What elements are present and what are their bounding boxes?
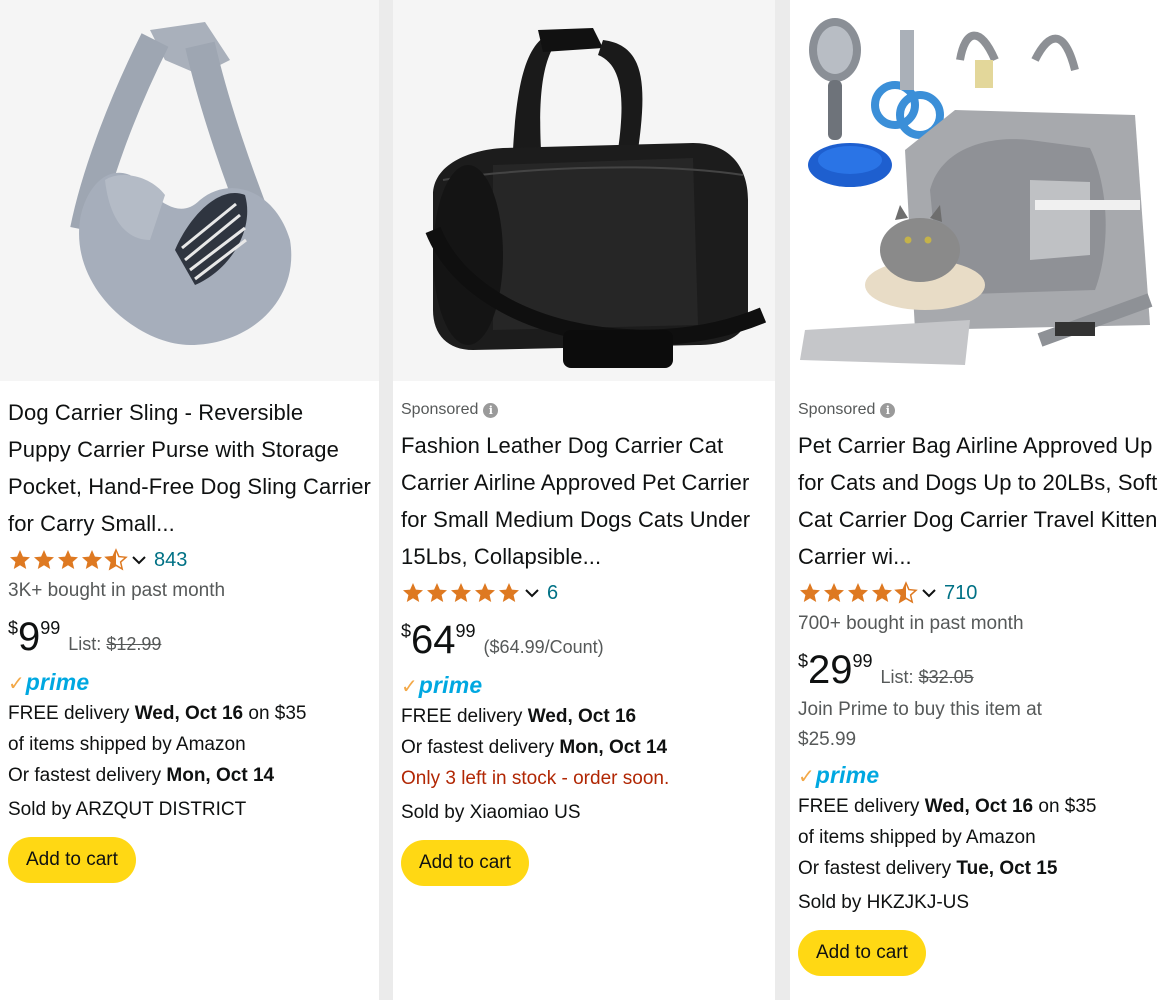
fastest-delivery: Or fastest delivery Tue, Oct 15 (798, 858, 1058, 879)
rating-row[interactable]: 6 (401, 577, 767, 609)
star-full-icon (10, 550, 30, 569)
delivery-info: FREE delivery Wed, Oct 16 (401, 706, 637, 727)
star-full-icon (58, 550, 78, 569)
rating-row[interactable]: 843 (8, 544, 371, 576)
product-image-leather-carrier[interactable] (393, 0, 775, 381)
join-prime-offer: Join Prime to buy this item at $25.99 (798, 699, 1042, 750)
price-row: $ 9 99 List: $12.99 (8, 616, 371, 662)
info-icon[interactable]: i (880, 402, 896, 418)
price-currency: $ (798, 651, 809, 671)
prime-check-icon: ✓ (8, 672, 25, 695)
product-title[interactable]: Dog Carrier Sling - Reversible Puppy Car… (8, 394, 371, 542)
list-label: List: (880, 667, 914, 687)
info-icon[interactable]: i (483, 402, 499, 418)
sponsored-label[interactable]: Sponsored i (798, 401, 1168, 419)
star-full-icon (403, 583, 423, 602)
star-full-icon (872, 583, 892, 602)
sold-by: Sold by ARZQUT DISTRICT (8, 799, 247, 820)
list-price: List: $32.05 (881, 667, 974, 688)
add-to-cart-button[interactable]: Add to cart (401, 840, 529, 886)
review-count-link[interactable]: 710 (944, 582, 977, 605)
delivery-info: FREE delivery Wed, Oct 16 on $35 (8, 703, 307, 724)
product-details-2: Sponsored i Fashion Leather Dog Carrier … (401, 381, 767, 886)
product-title[interactable]: Pet Carrier Bag Airline Approved Up for … (798, 427, 1168, 575)
price-row: $ 29 99 List: $32.05 (798, 649, 1168, 695)
price-fraction: 99 (852, 651, 873, 671)
product-image-pet-carrier-bag[interactable] (790, 0, 1176, 381)
chevron-down-icon[interactable] (128, 549, 150, 571)
price-currency: $ (401, 621, 412, 641)
sold-by: Sold by Xiaomiao US (401, 802, 581, 823)
price-currency: $ (8, 618, 19, 638)
list-price-value: $12.99 (106, 634, 162, 654)
delivery-info: FREE delivery Wed, Oct 16 on $35 (798, 796, 1097, 817)
star-full-icon (848, 583, 868, 602)
prime-check-icon: ✓ (401, 675, 418, 698)
list-price-value: $32.05 (918, 667, 974, 687)
add-to-cart-button[interactable]: Add to cart (8, 837, 136, 883)
price-whole: 29 (808, 648, 853, 692)
review-count-link[interactable]: 843 (154, 549, 187, 572)
star-half-icon (104, 548, 128, 571)
chevron-down-icon[interactable] (521, 582, 543, 604)
product-details-1: Dog Carrier Sling - Reversible Puppy Car… (8, 381, 371, 883)
prime-badge: ✓ prime (798, 759, 1168, 791)
product-title[interactable]: Fashion Leather Dog Carrier Cat Carrier … (401, 427, 767, 575)
star-full-icon (475, 583, 495, 602)
star-full-icon (82, 550, 102, 569)
unit-price: ($64.99/Count) (483, 637, 604, 657)
star-rating[interactable] (401, 581, 521, 605)
prime-badge: ✓ prime (401, 669, 767, 701)
product-image-sling[interactable] (0, 0, 379, 381)
prime-logo: ✓ prime (8, 668, 90, 695)
stock-warning: Only 3 left in stock - order soon. (401, 768, 670, 789)
star-half-icon (894, 581, 918, 604)
star-full-icon (34, 550, 54, 569)
fastest-delivery: Or fastest delivery Mon, Oct 14 (8, 765, 275, 786)
star-full-icon (499, 583, 519, 602)
star-full-icon (824, 583, 844, 602)
delivery-info-line2: of items shipped by Amazon (8, 734, 246, 755)
chevron-down-icon[interactable] (918, 582, 940, 604)
prime-check-icon: ✓ (798, 765, 815, 788)
product-card-2: Sponsored i Fashion Leather Dog Carrier … (393, 0, 775, 1000)
star-full-icon (427, 583, 447, 602)
star-full-icon (800, 583, 820, 602)
prime-logo: ✓ prime (798, 761, 880, 788)
list-label: List: (68, 634, 102, 654)
bought-in-past-month: 700+ bought in past month (798, 613, 1024, 634)
price-fraction: 99 (455, 621, 476, 641)
sponsored-label[interactable]: Sponsored i (401, 401, 767, 419)
product-grid: Dog Carrier Sling - Reversible Puppy Car… (0, 0, 1176, 1000)
price-whole: 9 (18, 615, 41, 659)
product-card-3: Sponsored i Pet Carrier Bag Airline Appr… (790, 0, 1176, 1000)
price-fraction: 99 (40, 618, 61, 638)
product-card-1: Dog Carrier Sling - Reversible Puppy Car… (0, 0, 379, 1000)
review-count-link[interactable]: 6 (547, 582, 558, 605)
product-details-3: Sponsored i Pet Carrier Bag Airline Appr… (798, 381, 1168, 976)
delivery-info-line2: of items shipped by Amazon (798, 827, 1036, 848)
prime-badge: ✓ prime (8, 666, 371, 698)
sold-by: Sold by HKZJKJ-US (798, 892, 970, 913)
star-full-icon (451, 583, 471, 602)
fastest-delivery: Or fastest delivery Mon, Oct 14 (401, 737, 668, 758)
rating-row[interactable]: 710 (798, 577, 1168, 609)
bought-in-past-month: 3K+ bought in past month (8, 580, 226, 601)
price-row: $ 64 99 ($64.99/Count) (401, 619, 767, 665)
add-to-cart-button[interactable]: Add to cart (798, 930, 926, 976)
star-rating[interactable] (8, 548, 128, 572)
list-price: List: $12.99 (68, 634, 161, 655)
prime-logo: ✓ prime (401, 671, 483, 698)
star-rating[interactable] (798, 581, 918, 605)
price-whole: 64 (411, 618, 456, 662)
